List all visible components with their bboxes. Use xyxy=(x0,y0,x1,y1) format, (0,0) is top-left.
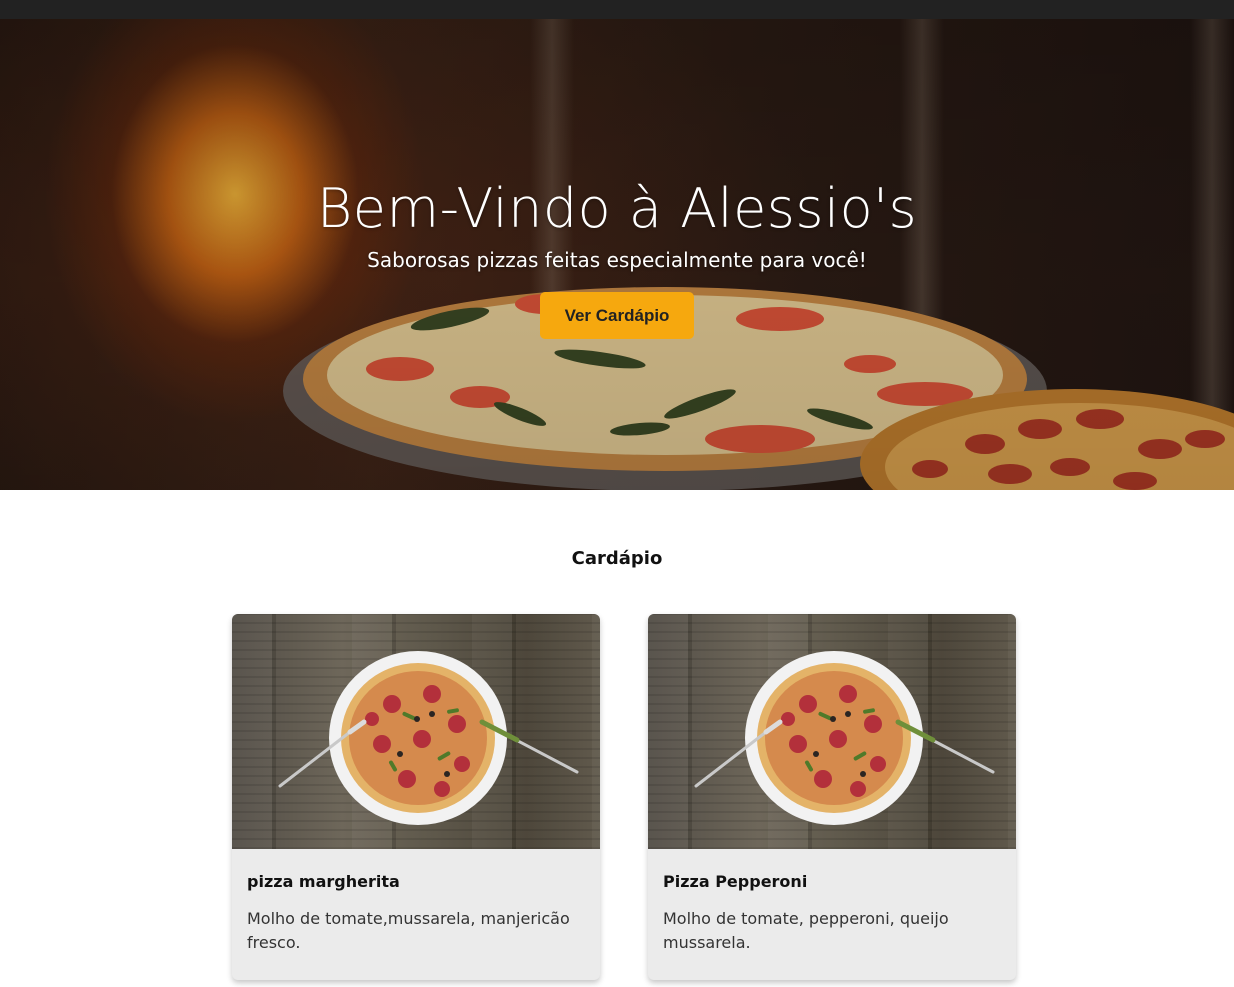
pizza-description: Molho de tomate,mussarela, manjericão fr… xyxy=(247,909,570,952)
top-bar xyxy=(0,0,1234,19)
menu-card: Pizza Pepperoni Molho de tomate, peppero… xyxy=(648,614,1016,980)
pizza-name: pizza margherita xyxy=(247,872,400,891)
pizza-plate-image xyxy=(278,651,579,825)
hero-content: Bem-Vindo à Alessio's Saborosas pizzas f… xyxy=(0,174,1234,339)
hero-section: Bem-Vindo à Alessio's Saborosas pizzas f… xyxy=(0,19,1234,490)
pizza-image xyxy=(648,614,1016,849)
view-menu-button[interactable]: Ver Cardápio xyxy=(540,292,694,339)
menu-card: pizza margherita Molho de tomate,mussare… xyxy=(232,614,600,980)
hero-subtitle: Saborosas pizzas feitas especialmente pa… xyxy=(367,248,867,272)
menu-title: Cardápio xyxy=(571,548,663,569)
card-body: Pizza Pepperoni Molho de tomate, peppero… xyxy=(648,849,1016,955)
hero-title: Bem-Vindo à Alessio's xyxy=(316,177,918,240)
pizza-description: Molho de tomate, pepperoni, queijo mussa… xyxy=(663,909,949,952)
pizza-name: Pizza Pepperoni xyxy=(663,872,808,891)
pizza-plate-image xyxy=(694,651,995,825)
card-body: pizza margherita Molho de tomate,mussare… xyxy=(232,849,600,955)
pizza-image xyxy=(232,614,600,849)
